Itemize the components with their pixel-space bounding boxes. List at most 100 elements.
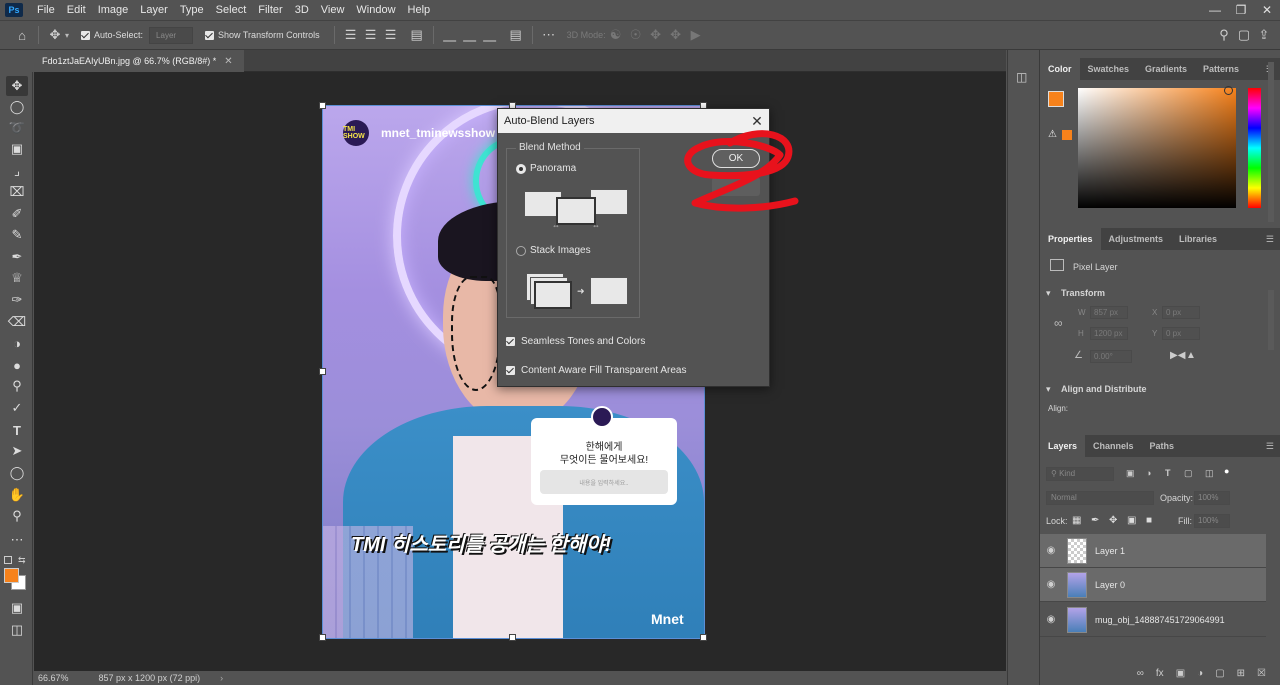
auto-select-checkbox[interactable] <box>81 30 91 40</box>
layer-name[interactable]: mug_obj_1488874517290649​91 <box>1095 615 1225 625</box>
align-middle-icon[interactable]: ⎽ <box>460 25 480 45</box>
stack-images-radio[interactable] <box>516 245 526 256</box>
tab-paths[interactable]: Paths <box>1142 435 1183 457</box>
quick-mask-icon[interactable]: ▣ <box>6 598 28 618</box>
new-group-icon[interactable]: ▢ <box>1215 668 1224 679</box>
filter-shape-icon[interactable]: ▢ <box>1184 468 1193 479</box>
transform-handle[interactable] <box>319 634 326 641</box>
menu-edit[interactable]: Edit <box>61 0 92 20</box>
pen-tool-icon[interactable]: ✓ <box>6 398 28 418</box>
status-arrow-icon[interactable]: › <box>220 673 223 683</box>
menu-image[interactable]: Image <box>92 0 135 20</box>
menu-type[interactable]: Type <box>174 0 210 20</box>
color-picker-cursor[interactable] <box>1224 86 1233 95</box>
panel-menu-icon[interactable]: ☰ <box>1266 441 1274 452</box>
menu-view[interactable]: View <box>315 0 351 20</box>
screen-mode-icon[interactable]: ◫ <box>6 620 28 640</box>
transform-handle[interactable] <box>509 634 516 641</box>
filter-toggle-icon[interactable]: ● <box>1224 466 1229 476</box>
tab-gradients[interactable]: Gradients <box>1137 58 1195 80</box>
hue-slider[interactable] <box>1248 88 1261 208</box>
menu-layer[interactable]: Layer <box>134 0 174 20</box>
layer-name[interactable]: Layer 0 <box>1095 580 1125 590</box>
scrollbar[interactable] <box>1268 62 1274 222</box>
lasso-tool-icon[interactable]: ➰ <box>6 118 28 138</box>
more-options-icon[interactable]: ⋯ <box>539 25 559 45</box>
zoom-tool-icon[interactable]: ⚲ <box>6 506 28 526</box>
menu-help[interactable]: Help <box>402 0 437 20</box>
width-field[interactable]: 857 px <box>1090 306 1128 319</box>
paint-bucket-icon[interactable]: ◑ <box>6 333 28 353</box>
filter-smart-object-icon[interactable]: ◫ <box>1205 468 1214 479</box>
show-transform-checkbox[interactable] <box>205 30 215 40</box>
tab-color[interactable]: Color <box>1040 58 1080 80</box>
brush-tool-icon[interactable]: ✒ <box>6 247 28 267</box>
layer-row[interactable]: ◉ mug_obj_1488874517290649​91 <box>1040 603 1266 637</box>
tab-patterns[interactable]: Patterns <box>1195 58 1247 80</box>
filter-type-icon[interactable]: T <box>1165 468 1171 478</box>
menu-file[interactable]: File <box>31 0 61 20</box>
layer-filter-dropdown[interactable]: ⚲ Kind <box>1046 467 1114 481</box>
tab-properties[interactable]: Properties <box>1040 228 1101 250</box>
x-field[interactable]: 0 px <box>1162 306 1200 319</box>
history-brush-icon[interactable]: ✑ <box>6 290 28 310</box>
lock-all-icon[interactable]: ■ <box>1146 515 1152 526</box>
filter-pixel-icon[interactable]: ▣ <box>1126 468 1135 479</box>
close-window-icon[interactable]: ✕ <box>1254 0 1280 20</box>
align-right-icon[interactable]: ☰ <box>381 25 401 45</box>
type-tool-icon[interactable]: T <box>6 420 28 440</box>
menu-select[interactable]: Select <box>210 0 253 20</box>
tab-libraries[interactable]: Libraries <box>1171 228 1225 250</box>
transform-handle[interactable] <box>700 634 707 641</box>
transform-handle[interactable] <box>319 102 326 109</box>
tab-channels[interactable]: Channels <box>1085 435 1142 457</box>
eyedropper-tool-icon[interactable]: ✐ <box>6 204 28 224</box>
zoom-level[interactable]: 66.67% <box>38 673 69 683</box>
opacity-field[interactable]: 100% <box>1194 491 1230 505</box>
close-tab-icon[interactable]: ✕ <box>224 56 232 67</box>
seamless-checkbox[interactable] <box>506 337 515 346</box>
healing-brush-icon[interactable]: ✎ <box>6 225 28 245</box>
adjustment-layer-icon[interactable]: ◑ <box>1197 668 1203 679</box>
hand-tool-icon[interactable]: ✋ <box>6 485 28 505</box>
flip-horizontal-icon[interactable]: ▶◀ <box>1170 350 1185 361</box>
chevron-down-icon[interactable]: ▾ <box>65 31 69 40</box>
object-select-tool-icon[interactable]: ▣ <box>6 139 28 159</box>
content-aware-checkbox[interactable] <box>506 366 515 375</box>
panorama-option[interactable]: Panorama <box>516 163 576 174</box>
move-tool-icon[interactable]: ✥ <box>6 76 28 96</box>
layer-style-icon[interactable]: fx <box>1156 668 1164 679</box>
align-left-icon[interactable]: ☰ <box>341 25 361 45</box>
swap-colors-icon[interactable]: ⇆ <box>18 555 26 566</box>
blur-tool-icon[interactable]: ● <box>6 355 28 375</box>
add-mask-icon[interactable]: ▣ <box>1176 668 1185 679</box>
menu-3d[interactable]: 3D <box>289 0 315 20</box>
document-tab[interactable]: Fdo1ztJaEAIyUBn.jpg @ 66.7% (RGB/8#) * ✕ <box>34 50 244 72</box>
link-layers-icon[interactable]: ∞ <box>1137 668 1144 679</box>
layer-name[interactable]: Layer 1 <box>1095 546 1125 556</box>
content-aware-option[interactable]: Content Aware Fill Transparent Areas <box>506 365 686 376</box>
link-icon[interactable]: ∞ <box>1054 316 1063 330</box>
panorama-radio[interactable] <box>516 163 526 174</box>
visibility-eye-icon[interactable]: ◉ <box>1040 614 1062 625</box>
auto-select-target-dropdown[interactable]: Layer <box>149 26 194 44</box>
visibility-eye-icon[interactable]: ◉ <box>1040 545 1062 556</box>
foreground-color-swatch[interactable] <box>4 568 19 583</box>
chevron-down-icon[interactable]: ▾ <box>1046 384 1051 395</box>
layer-row[interactable]: ◉ Layer 1 <box>1040 534 1266 568</box>
stamp-tool-icon[interactable]: ♕ <box>6 268 28 288</box>
crop-tool-icon[interactable]: ⌟ <box>6 161 28 181</box>
search-icon[interactable]: ⚲ <box>1214 25 1234 45</box>
tab-layers[interactable]: Layers <box>1040 435 1086 457</box>
history-panel-icon[interactable]: ◫ <box>1016 70 1032 86</box>
color-foreground-swatch[interactable] <box>1048 91 1064 107</box>
layer-row[interactable]: ◉ Layer 0 <box>1040 568 1266 602</box>
chevron-down-icon[interactable]: ▾ <box>1046 288 1051 299</box>
color-field[interactable] <box>1078 88 1236 208</box>
lock-position-icon[interactable]: ✥ <box>1109 515 1117 526</box>
restore-icon[interactable]: ❐ <box>1228 0 1254 20</box>
eraser-tool-icon[interactable]: ⌫ <box>6 312 28 332</box>
shape-tool-icon[interactable]: ◯ <box>6 463 28 483</box>
frame-tool-icon[interactable]: ⌧ <box>6 182 28 202</box>
move-tool-icon[interactable]: ✥ <box>45 25 65 45</box>
